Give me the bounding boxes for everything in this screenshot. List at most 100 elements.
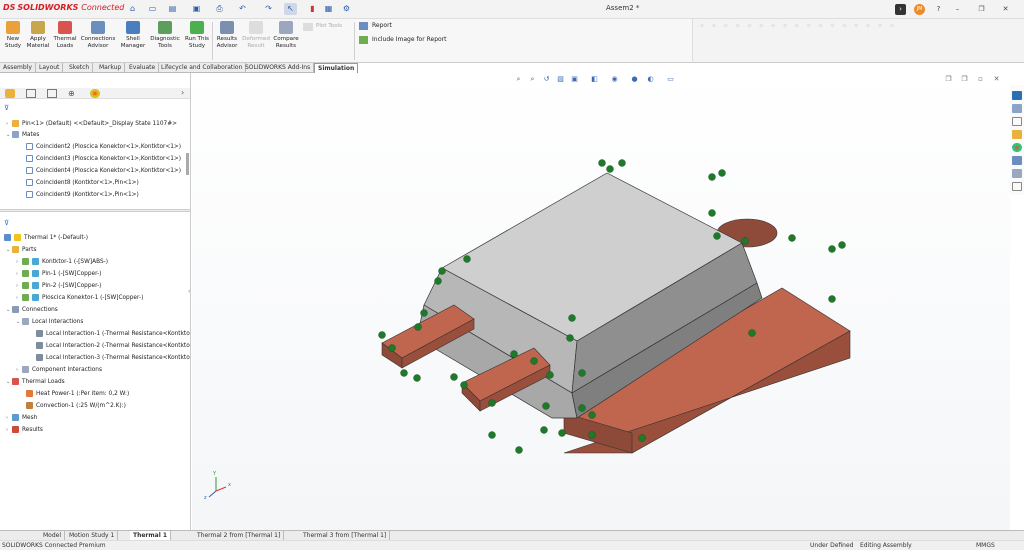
property-manager-tab-icon[interactable] xyxy=(26,89,36,98)
parts-icon xyxy=(12,246,19,253)
chevron-right-icon[interactable]: › xyxy=(181,88,184,97)
tab-layout[interactable]: Layout xyxy=(36,63,64,73)
help-icon[interactable]: ? xyxy=(933,4,944,15)
report-button[interactable]: Report xyxy=(372,22,392,29)
command-prompt-icon[interactable]: › xyxy=(895,4,906,15)
tab-assembly[interactable]: Assembly xyxy=(0,63,36,73)
logo-name: SOLIDWORKS xyxy=(17,3,79,12)
tree-item-mesh[interactable]: › Mesh xyxy=(6,414,37,421)
dimxpert-tab-icon[interactable]: ⊕ xyxy=(68,89,78,98)
tab-sketch[interactable]: Sketch xyxy=(66,63,94,73)
assembly-model[interactable] xyxy=(192,73,1010,530)
compare-results-icon xyxy=(279,21,293,34)
apply-material-button[interactable]: Apply Material xyxy=(26,21,50,49)
graphics-area[interactable]: ⌕ ⌕ ↺ ▧ ▣ ◧ ◉ ● ◐ ▭ ❐ ❐ ▫ ✕ x Y z xyxy=(192,73,1010,530)
tree-item-results[interactable]: › Results xyxy=(6,426,43,433)
view-palette-icon[interactable] xyxy=(1012,130,1022,139)
restore-icon[interactable]: ❐ xyxy=(976,4,987,15)
minimize-icon[interactable]: – xyxy=(952,4,963,15)
mate-item[interactable]: Coincident8 (Kontktor<1>,Pin<1>) xyxy=(26,179,139,186)
tree-item-thermal-loads[interactable]: ⌄ Thermal Loads xyxy=(6,378,65,385)
resources-icon[interactable] xyxy=(1012,91,1022,100)
run-this-study-button[interactable]: Run This Study xyxy=(184,21,210,49)
tab-simulation[interactable]: Simulation xyxy=(314,63,359,73)
local-interactions-icon xyxy=(22,318,29,325)
redo-icon[interactable]: ↷ xyxy=(262,3,275,15)
tree-item-mates[interactable]: ⌄ Mates xyxy=(6,131,39,138)
tree-label: Parts xyxy=(22,246,37,253)
deformed-result-button[interactable]: Deformed Result xyxy=(242,21,270,49)
close-icon[interactable]: ✕ xyxy=(1000,4,1011,15)
solid-body-icon xyxy=(32,270,39,277)
check-icon xyxy=(22,270,29,277)
part-item[interactable]: › Ploscica Konektor-1 (-[SW]Copper-) xyxy=(16,294,143,301)
check-icon xyxy=(22,294,29,301)
study-root[interactable]: Thermal 1* (-Default-) xyxy=(4,234,88,241)
compare-results-button[interactable]: Compare Results xyxy=(272,21,300,49)
file-explorer-icon[interactable] xyxy=(1012,117,1022,126)
rebuild-icon[interactable]: ▮ xyxy=(306,3,319,15)
new-document-icon[interactable]: ▭ xyxy=(146,3,159,15)
interaction-item[interactable]: Local Interaction-3 (-Thermal Resistance… xyxy=(36,354,190,361)
tab-lifecycle[interactable]: Lifecycle and Collaboration xyxy=(158,63,247,73)
diagnostic-tools-button[interactable]: Diagnostic Tools xyxy=(149,21,181,49)
open-icon[interactable]: ▤ xyxy=(166,3,179,15)
mate-item[interactable]: Coincident3 (Ploscica Konektor<1>,Kontkt… xyxy=(26,155,181,162)
tab-evaluate[interactable]: Evaluate xyxy=(126,63,160,73)
app-logo[interactable]: DS SOLIDWORKS Connected xyxy=(3,3,124,12)
load-item[interactable]: Heat Power-1 (:Per item: 0,2 W:) xyxy=(26,390,129,397)
thermal-loads-button[interactable]: Thermal Loads xyxy=(53,21,77,49)
clipboard-icon[interactable] xyxy=(1012,182,1022,191)
design-library-icon[interactable] xyxy=(1012,104,1022,113)
new-study-button[interactable]: New Study xyxy=(3,21,23,49)
custom-properties-icon[interactable] xyxy=(1012,156,1022,165)
options-gear-icon[interactable]: ⚙ xyxy=(340,3,353,15)
tree-item-parts[interactable]: ⌄ Parts xyxy=(6,246,36,253)
scrollbar-thumb[interactable] xyxy=(186,153,189,175)
ds-logo-icon: DS xyxy=(3,3,16,12)
shell-manager-button[interactable]: Shell Manager xyxy=(120,21,146,49)
interaction-item[interactable]: Local Interaction-1 (-Thermal Resistance… xyxy=(36,330,190,337)
select-icon[interactable]: ↖ xyxy=(284,3,297,15)
include-image-button[interactable]: Include Image for Report xyxy=(372,36,447,43)
tab-addins[interactable]: SOLIDWORKS Add-Ins xyxy=(242,63,315,73)
plot-tools-button[interactable]: Plot Tools xyxy=(316,23,342,29)
tree-item-local-interactions[interactable]: ⌄ Local Interactions xyxy=(16,318,83,325)
part-item[interactable]: › Kontktor-1 (-[SW]ABS-) xyxy=(16,258,108,265)
mate-item[interactable]: Coincident4 (Ploscica Konektor<1>,Kontkt… xyxy=(26,167,181,174)
logo-suffix: Connected xyxy=(81,3,125,12)
heat-power-icon xyxy=(26,390,33,397)
home-icon[interactable]: ⌂ xyxy=(126,3,139,15)
collapse-panel-icon[interactable]: ‹ xyxy=(188,288,190,295)
interaction-item[interactable]: Local Interaction-2 (-Thermal Resistance… xyxy=(36,342,190,349)
feature-manager-tab-icon[interactable] xyxy=(5,89,15,98)
part-item[interactable]: › Pin-1 (-[SW]Copper-) xyxy=(16,270,101,277)
filter-icon[interactable]: ⊽ xyxy=(4,104,9,112)
forum-icon[interactable] xyxy=(1012,169,1022,178)
plot-tools-icon xyxy=(303,23,313,31)
tree-item-pin[interactable]: › Pin<1> (Default) <<Default>_Display Sta… xyxy=(6,120,177,127)
tree-label: Mates xyxy=(22,131,40,138)
results-advisor-button[interactable]: Results Advisor xyxy=(214,21,240,49)
tree-item-connections[interactable]: ⌄ Connections xyxy=(6,306,58,313)
mate-item[interactable]: Coincident2 (Ploscica Konektor<1>,Kontkt… xyxy=(26,143,181,150)
user-avatar[interactable]: JM xyxy=(914,4,925,15)
appearances-icon[interactable] xyxy=(1012,143,1022,152)
display-manager-tab-icon[interactable] xyxy=(90,89,100,98)
units-selector[interactable]: MMGS xyxy=(976,542,995,549)
load-item[interactable]: Convection-1 (:25 W/(m^2.K):) xyxy=(26,402,126,409)
panel-splitter[interactable] xyxy=(0,209,190,212)
file-properties-icon[interactable]: ▦ xyxy=(322,3,335,15)
connections-advisor-button[interactable]: Connections Advisor xyxy=(80,21,116,49)
undo-icon[interactable]: ↶ xyxy=(236,3,249,15)
part-item[interactable]: › Pin-2 (-[SW]Copper-) xyxy=(16,282,101,289)
tree-item-component-interactions[interactable]: › Component Interactions xyxy=(16,366,102,373)
tab-markup[interactable]: Markup xyxy=(96,63,126,73)
save-icon[interactable]: ▣ xyxy=(190,3,203,15)
filter-icon[interactable]: ⊽ xyxy=(4,219,9,227)
configuration-manager-tab-icon[interactable] xyxy=(47,89,57,98)
tree-label: Local Interaction-2 (-Thermal Resistance… xyxy=(46,342,190,349)
thermal-loads-icon xyxy=(12,378,19,385)
print-icon[interactable]: ⎙ xyxy=(213,3,226,15)
mate-item[interactable]: Coincident9 (Kontktor<1>,Pin<1>) xyxy=(26,191,139,198)
